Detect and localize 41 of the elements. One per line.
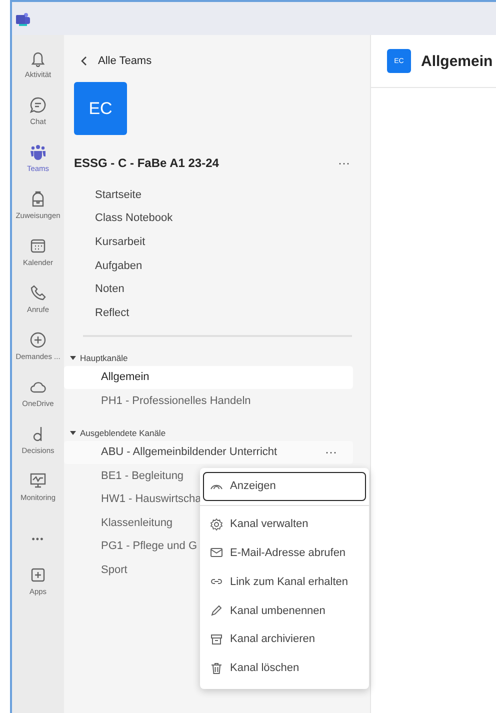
menu-item[interactable]: Kanal löschen xyxy=(203,654,366,683)
chat-icon xyxy=(29,96,47,114)
more-button[interactable]: ••• xyxy=(26,515,50,562)
menu-item[interactable]: Kanal umbenennen xyxy=(203,596,366,625)
calendar-icon xyxy=(29,237,47,255)
caret-down-icon xyxy=(70,430,76,436)
trash-icon xyxy=(210,662,223,675)
app-logo-icon xyxy=(16,12,30,26)
monitor-icon xyxy=(29,472,47,490)
caret-down-icon xyxy=(70,354,76,361)
team-avatar: EC xyxy=(74,82,127,135)
team-tab[interactable]: Startseite xyxy=(64,183,370,207)
archive-icon xyxy=(210,632,223,646)
envelope-icon xyxy=(210,546,223,560)
more-button[interactable]: ··· xyxy=(334,156,354,170)
phone-icon xyxy=(29,284,47,302)
team-name: ESSG - C - FaBe A1 23-24 xyxy=(74,156,219,170)
team-tab[interactable]: Noten xyxy=(64,277,370,301)
channel-item[interactable]: PH1 - Professionelles Handeln xyxy=(64,389,353,413)
menu-item[interactable]: E-Mail-Adresse abrufen xyxy=(203,538,366,568)
plus-circle-icon xyxy=(29,331,47,349)
menu-item[interactable]: Kanal archivieren xyxy=(203,624,366,654)
menu-item[interactable]: Link zum Kanal erhalten xyxy=(203,567,366,596)
chevron-left-icon xyxy=(80,56,88,66)
back-link[interactable]: Alle Teams xyxy=(80,51,152,71)
channel-title: Allgemein xyxy=(421,52,493,70)
channel-item[interactable]: ABU - Allgemeinbildender Unterricht ··· xyxy=(64,440,353,464)
section-header[interactable]: Hauptkanäle xyxy=(64,350,370,366)
team-tab[interactable]: Class Notebook xyxy=(64,206,370,230)
team-tab[interactable]: Kursarbeit xyxy=(64,230,370,254)
apps-icon xyxy=(29,566,47,584)
section-header[interactable]: Ausgeblendete Kanäle xyxy=(64,424,370,441)
menu-item[interactable]: Anzeigen xyxy=(203,472,366,501)
menu-item[interactable]: Kanal verwalten xyxy=(203,510,366,539)
gear-icon xyxy=(210,518,223,531)
channel-item[interactable]: Allgemein xyxy=(64,366,353,390)
pencil-icon xyxy=(210,604,223,618)
more-button[interactable]: ··· xyxy=(321,445,341,460)
team-tab[interactable]: Aufgaben xyxy=(64,254,370,278)
team-tab[interactable]: Reflect xyxy=(64,300,370,325)
people-icon xyxy=(29,143,47,161)
